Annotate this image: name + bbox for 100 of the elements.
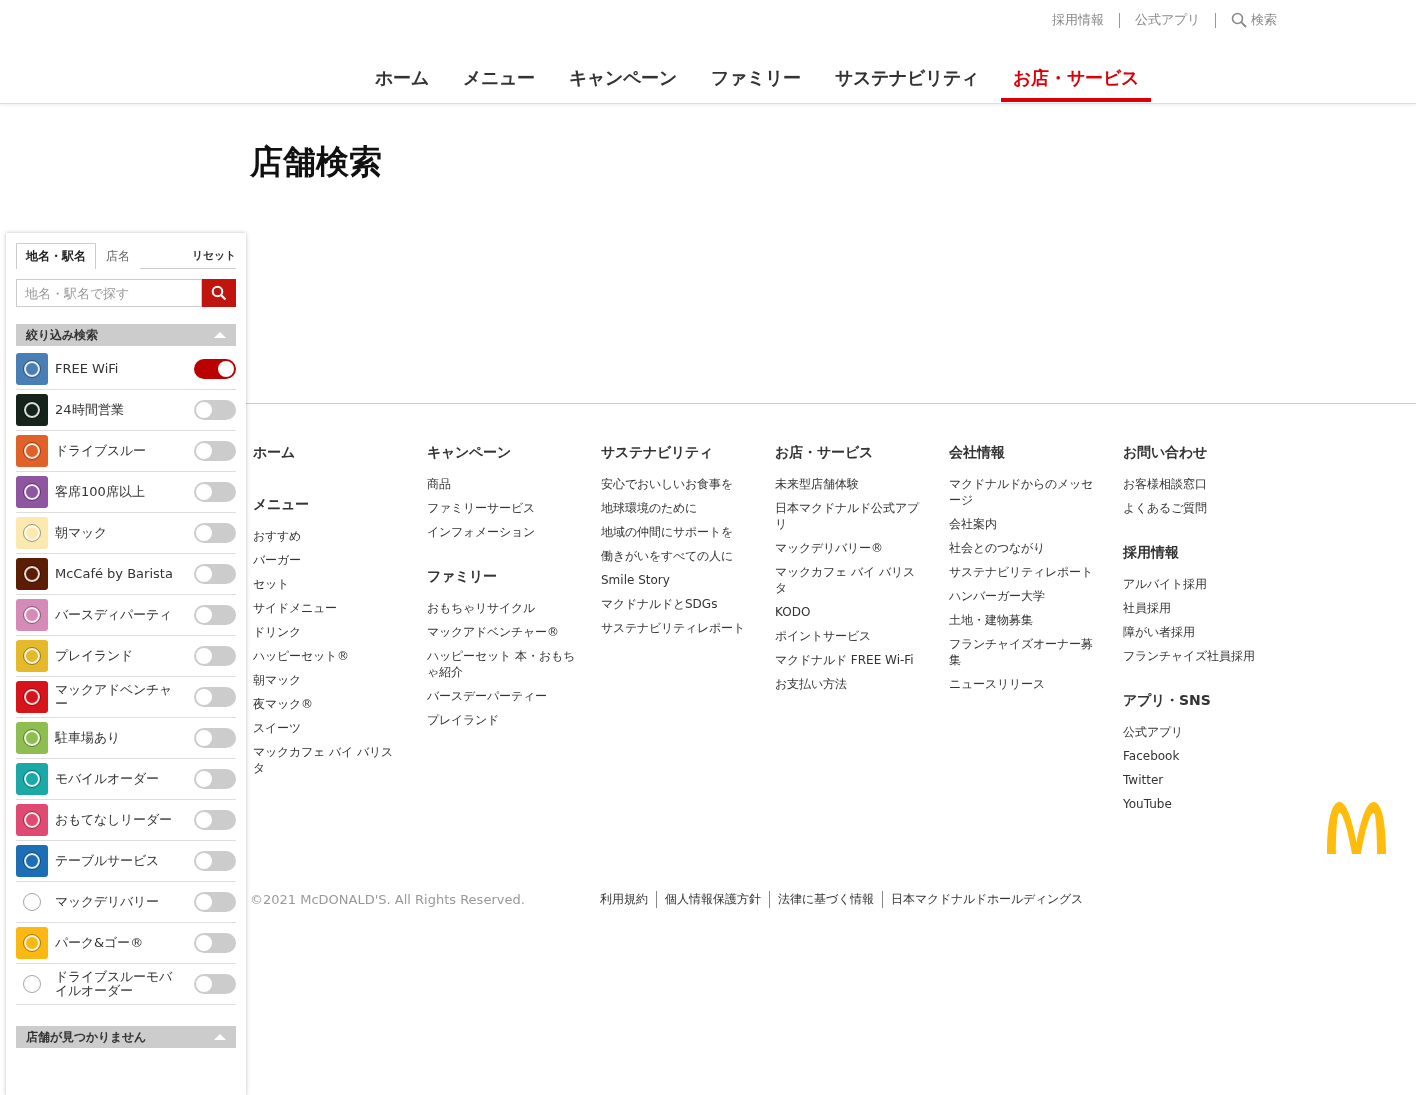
search-link[interactable]: 検索 bbox=[1231, 11, 1277, 29]
toggle-switch[interactable] bbox=[194, 564, 236, 584]
footer-link[interactable]: サステナビリティレポート bbox=[601, 620, 751, 636]
footer-link[interactable]: バースデーパーティー bbox=[427, 688, 577, 704]
footer-heading[interactable]: ホーム bbox=[253, 444, 427, 462]
footer-link[interactable]: マックデリバリー® bbox=[775, 540, 925, 556]
nav-tab[interactable]: ホーム bbox=[363, 66, 441, 102]
footer-link[interactable]: 日本マクドナルド公式アプリ bbox=[775, 500, 925, 532]
footer-link[interactable]: スイーツ bbox=[253, 720, 403, 736]
footer-link[interactable]: お支払い方法 bbox=[775, 676, 925, 692]
legal-link[interactable]: 日本マクドナルドホールディングス bbox=[891, 891, 1083, 908]
footer-link[interactable]: 地球環境のために bbox=[601, 500, 751, 516]
utility-link[interactable]: 公式アプリ bbox=[1135, 11, 1200, 29]
toggle-switch[interactable] bbox=[194, 810, 236, 830]
footer-link[interactable]: フランチャイズ社員採用 bbox=[1123, 648, 1273, 664]
footer-heading[interactable]: お問い合わせ bbox=[1123, 444, 1297, 462]
footer-link[interactable]: お客様相談窓口 bbox=[1123, 476, 1273, 492]
footer-link[interactable]: マックカフェ バイ バリスタ bbox=[253, 744, 403, 776]
footer-link[interactable]: Twitter bbox=[1123, 772, 1273, 788]
footer-heading[interactable]: アプリ・SNS bbox=[1123, 692, 1297, 710]
footer-link[interactable]: サステナビリティレポート bbox=[949, 564, 1099, 580]
footer-link[interactable]: マックカフェ バイ バリスタ bbox=[775, 564, 925, 596]
legal-link[interactable]: 法律に基づく情報 bbox=[778, 891, 874, 908]
footer-link[interactable]: 夜マック® bbox=[253, 696, 403, 712]
utility-link[interactable]: 採用情報 bbox=[1052, 11, 1104, 29]
footer-heading[interactable]: お店・サービス bbox=[775, 444, 949, 462]
nav-tab[interactable]: お店・サービス bbox=[1001, 66, 1151, 102]
footer-heading[interactable]: メニュー bbox=[253, 496, 427, 514]
footer-link[interactable]: 社員採用 bbox=[1123, 600, 1273, 616]
nav-tab[interactable]: キャンペーン bbox=[557, 66, 689, 102]
toggle-switch[interactable] bbox=[194, 441, 236, 461]
reset-link[interactable]: リセット bbox=[192, 248, 236, 268]
footer-link[interactable]: ニュースリリース bbox=[949, 676, 1099, 692]
filter-label: マックアドベンチャー bbox=[55, 683, 173, 711]
footer-link[interactable]: 地域の仲間にサポートを bbox=[601, 524, 751, 540]
filter-section-header[interactable]: 絞り込み検索 bbox=[16, 324, 236, 346]
footer-link[interactable]: ハッピーセット 本・おもちゃ紹介 bbox=[427, 648, 577, 680]
footer-link[interactable]: 社会とのつながり bbox=[949, 540, 1099, 556]
footer-link[interactable]: ハンバーガー大学 bbox=[949, 588, 1099, 604]
footer-link[interactable]: ハッピーセット® bbox=[253, 648, 403, 664]
search-tab[interactable]: 地名・駅名 bbox=[16, 243, 96, 269]
footer-link[interactable]: マクドナルドとSDGs bbox=[601, 596, 751, 612]
search-field[interactable]: 地名・駅名で探す bbox=[16, 279, 202, 307]
footer-link[interactable]: 安心でおいしいお食事を bbox=[601, 476, 751, 492]
footer-link[interactable]: ファミリーサービス bbox=[427, 500, 577, 516]
footer-link[interactable]: 公式アプリ bbox=[1123, 724, 1273, 740]
footer-link[interactable]: マックアドベンチャー® bbox=[427, 624, 577, 640]
toggle-switch[interactable] bbox=[194, 687, 236, 707]
legal-link[interactable]: 利用規約 bbox=[600, 891, 648, 908]
footer-link[interactable]: サイドメニュー bbox=[253, 600, 403, 616]
footer-link[interactable]: マクドナルド FREE Wi-Fi bbox=[775, 652, 925, 668]
toggle-switch[interactable] bbox=[194, 605, 236, 625]
footer-link[interactable]: バーガー bbox=[253, 552, 403, 568]
toggle-switch[interactable] bbox=[194, 359, 236, 379]
toggle-switch[interactable] bbox=[194, 646, 236, 666]
footer-link[interactable]: おもちゃリサイクル bbox=[427, 600, 577, 616]
toggle-switch[interactable] bbox=[194, 728, 236, 748]
search-button[interactable] bbox=[202, 279, 236, 307]
footer-heading[interactable]: ファミリー bbox=[427, 568, 601, 586]
footer-heading[interactable]: キャンペーン bbox=[427, 444, 601, 462]
footer-link[interactable]: 朝マック bbox=[253, 672, 403, 688]
collapse-icon bbox=[214, 1034, 226, 1040]
footer-link[interactable]: 会社案内 bbox=[949, 516, 1099, 532]
footer-heading[interactable]: 採用情報 bbox=[1123, 544, 1297, 562]
footer-heading[interactable]: 会社情報 bbox=[949, 444, 1123, 462]
footer-link[interactable]: ポイントサービス bbox=[775, 628, 925, 644]
footer-link[interactable]: ドリンク bbox=[253, 624, 403, 640]
toggle-switch[interactable] bbox=[194, 933, 236, 953]
toggle-switch[interactable] bbox=[194, 523, 236, 543]
footer-link[interactable]: おすすめ bbox=[253, 528, 403, 544]
toggle-switch[interactable] bbox=[194, 769, 236, 789]
nav-tab[interactable]: メニュー bbox=[451, 66, 547, 102]
footer-link[interactable]: YouTube bbox=[1123, 796, 1273, 812]
footer-link[interactable]: 障がい者採用 bbox=[1123, 624, 1273, 640]
footer-link[interactable]: よくあるご質問 bbox=[1123, 500, 1273, 516]
result-section-header[interactable]: 店舗が見つかりません bbox=[16, 1026, 236, 1048]
page-title: 店舗検索 bbox=[250, 141, 383, 183]
toggle-switch[interactable] bbox=[194, 400, 236, 420]
toggle-switch[interactable] bbox=[194, 974, 236, 994]
footer-link[interactable]: Smile Story bbox=[601, 572, 751, 588]
footer-link[interactable]: 働きがいをすべての人に bbox=[601, 548, 751, 564]
footer-link[interactable]: Facebook bbox=[1123, 748, 1273, 764]
toggle-switch[interactable] bbox=[194, 482, 236, 502]
footer-link[interactable]: アルバイト採用 bbox=[1123, 576, 1273, 592]
footer-link[interactable]: 未来型店舗体験 bbox=[775, 476, 925, 492]
footer-link[interactable]: フランチャイズオーナー募集 bbox=[949, 636, 1099, 668]
footer-link[interactable]: KODO bbox=[775, 604, 925, 620]
legal-link[interactable]: 個人情報保護方針 bbox=[665, 891, 761, 908]
nav-tab[interactable]: サステナビリティ bbox=[823, 66, 991, 102]
filter-label: パーク&ゴー® bbox=[55, 936, 145, 950]
footer-link[interactable]: マクドナルドからのメッセージ bbox=[949, 476, 1099, 508]
footer-link[interactable]: 土地・建物募集 bbox=[949, 612, 1099, 628]
toggle-switch[interactable] bbox=[194, 892, 236, 912]
footer-link[interactable]: インフォメーション bbox=[427, 524, 577, 540]
toggle-switch[interactable] bbox=[194, 851, 236, 871]
footer-link[interactable]: プレイランド bbox=[427, 712, 577, 728]
footer-link[interactable]: セット bbox=[253, 576, 403, 592]
footer-heading[interactable]: サステナビリティ bbox=[601, 444, 775, 462]
footer-link[interactable]: 商品 bbox=[427, 476, 577, 492]
nav-tab[interactable]: ファミリー bbox=[699, 66, 813, 102]
